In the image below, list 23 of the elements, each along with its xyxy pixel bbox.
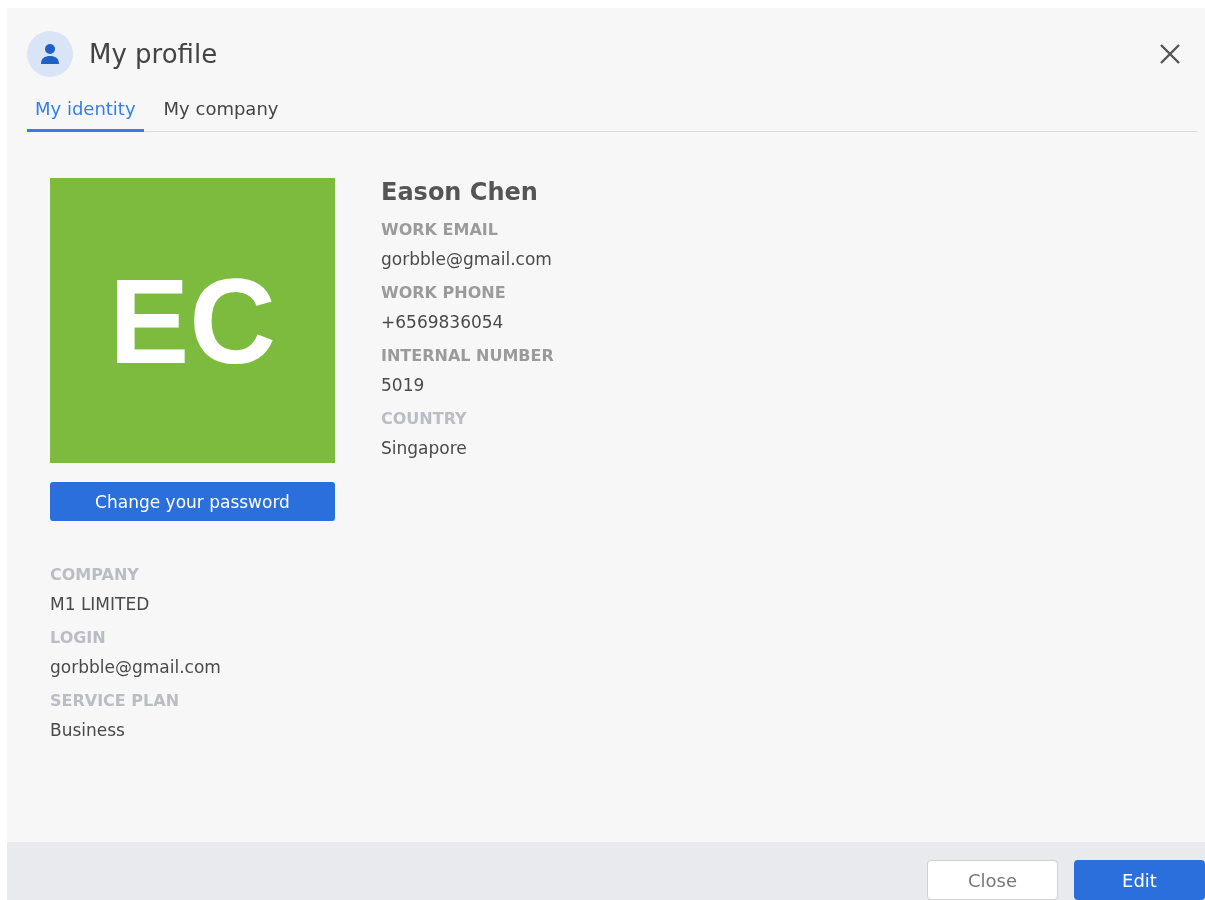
- field-label: COMPANY: [50, 565, 140, 584]
- field-value: gorbble@gmail.com: [50, 657, 222, 677]
- close-button[interactable]: Close: [927, 860, 1058, 900]
- dialog-title: My profile: [89, 39, 219, 69]
- field-label: SERVICE PLAN: [50, 691, 181, 710]
- field-value: M1 LIMITED: [50, 594, 151, 614]
- field-value: 5019: [381, 375, 426, 395]
- field-label: COUNTRY: [381, 409, 468, 428]
- tab[interactable]: My identity: [27, 92, 144, 132]
- tab[interactable]: My company: [155, 92, 287, 132]
- field-value: +6569836054: [381, 312, 505, 332]
- field-label: WORK EMAIL: [381, 220, 499, 239]
- edit-button[interactable]: Edit: [1074, 860, 1205, 900]
- user-icon: [27, 31, 73, 77]
- user-name: Eason Chen: [381, 178, 539, 206]
- field-label: LOGIN: [50, 628, 107, 647]
- field-label: INTERNAL NUMBER: [381, 346, 554, 365]
- field-value: gorbble@gmail.com: [381, 249, 553, 269]
- field-label: WORK PHONE: [381, 283, 507, 302]
- change-password-button[interactable]: Change your password: [50, 482, 335, 521]
- initials-avatar: EC: [50, 178, 335, 463]
- field-value: Singapore: [381, 438, 468, 458]
- field-value: Business: [50, 720, 126, 740]
